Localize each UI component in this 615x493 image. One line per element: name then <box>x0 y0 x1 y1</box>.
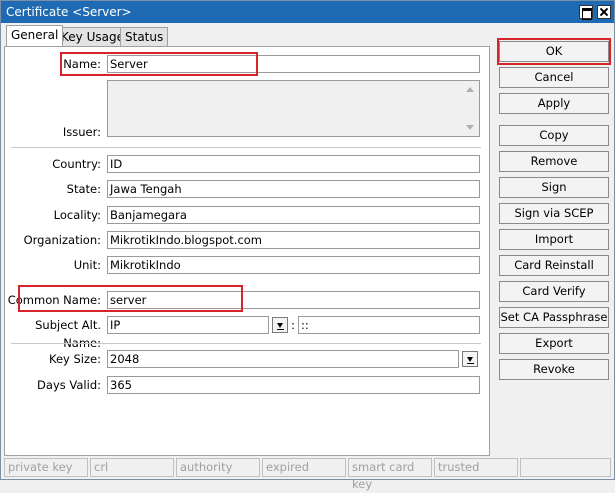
copy-button[interactable]: Copy <box>499 125 609 146</box>
subject-alt-name-separator: : <box>291 318 295 332</box>
divider <box>11 147 481 148</box>
sign-via-scep-button[interactable]: Sign via SCEP <box>499 203 609 224</box>
tab-status[interactable]: Status <box>120 27 169 47</box>
chevron-down-icon[interactable] <box>462 351 478 367</box>
name-highlight <box>60 52 258 76</box>
days-valid-label: Days Valid: <box>37 378 101 392</box>
days-valid-field[interactable]: 365 <box>107 376 480 394</box>
revoke-button[interactable]: Revoke <box>499 359 609 380</box>
import-button[interactable]: Import <box>499 229 609 250</box>
card-verify-button[interactable]: Card Verify <box>499 281 609 302</box>
status-private-key: private key <box>4 458 88 477</box>
subject-alt-name-type-select[interactable]: IP <box>107 316 269 334</box>
subject-alt-name-field[interactable]: :: <box>298 316 480 334</box>
issuer-field[interactable] <box>107 80 480 137</box>
common-name-highlight <box>18 285 243 312</box>
key-size-select[interactable]: 2048 <box>107 350 459 368</box>
status-expired: expired <box>262 458 346 477</box>
tab-general[interactable]: General <box>6 25 64 46</box>
ok-highlight <box>497 38 611 65</box>
maximize-icon[interactable] <box>579 5 593 20</box>
cancel-button[interactable]: Cancel <box>499 67 609 88</box>
scroll-down-icon[interactable] <box>466 125 474 130</box>
divider <box>11 343 481 344</box>
title-bar: Certificate <Server> <box>1 1 614 23</box>
tab-key-usage[interactable]: Key Usage <box>56 27 129 47</box>
unit-label: Unit: <box>73 258 101 272</box>
apply-button[interactable]: Apply <box>499 93 609 114</box>
locality-label: Locality: <box>53 208 101 222</box>
key-size-label: Key Size: <box>49 352 101 366</box>
status-crl: crl <box>90 458 174 477</box>
status-empty <box>520 458 611 477</box>
locality-field[interactable]: Banjamegara <box>107 206 480 224</box>
card-reinstall-button[interactable]: Card Reinstall <box>499 255 609 276</box>
status-authority: authority <box>176 458 260 477</box>
organization-label: Organization: <box>23 233 101 247</box>
export-button[interactable]: Export <box>499 333 609 354</box>
chevron-down-icon[interactable] <box>272 317 288 333</box>
scroll-up-icon[interactable] <box>466 87 474 92</box>
unit-field[interactable]: MikrotikIndo <box>107 256 480 274</box>
sign-button[interactable]: Sign <box>499 177 609 198</box>
state-label: State: <box>66 182 101 196</box>
country-field[interactable]: ID <box>107 155 480 173</box>
country-label: Country: <box>52 157 101 171</box>
subject-alt-name-label: Subject Alt. Name: <box>35 318 101 350</box>
state-field[interactable]: Jawa Tengah <box>107 180 480 198</box>
remove-button[interactable]: Remove <box>499 151 609 172</box>
set-ca-passphrase-button[interactable]: Set CA Passphrase <box>499 307 609 328</box>
close-icon[interactable] <box>597 5 611 19</box>
status-smart-card-key: smart card key <box>348 458 432 491</box>
certificate-window: Certificate <Server> General Key Usage S… <box>0 0 615 491</box>
status-trusted: trusted <box>434 458 518 477</box>
issuer-label: Issuer: <box>62 125 101 139</box>
window-title: Certificate <Server> <box>6 5 132 19</box>
organization-field[interactable]: MikrotikIndo.blogspot.com <box>107 231 480 249</box>
